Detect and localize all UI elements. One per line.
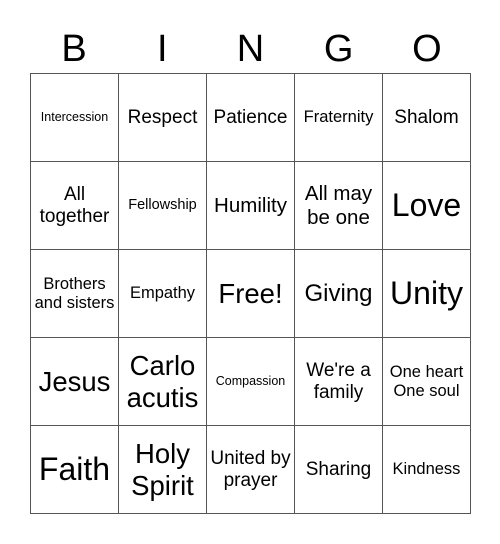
bingo-cell[interactable]: Fraternity xyxy=(295,74,383,162)
header-letter-n: N xyxy=(236,28,265,70)
bingo-cell[interactable]: Empathy xyxy=(119,250,207,338)
bingo-cell[interactable]: Respect xyxy=(119,74,207,162)
bingo-cell[interactable]: Carlo acutis xyxy=(119,338,207,426)
bingo-cell[interactable]: United by prayer xyxy=(207,426,295,514)
bingo-cell[interactable]: We're a family xyxy=(295,338,383,426)
bingo-cell[interactable]: One heart One soul xyxy=(383,338,471,426)
bingo-cell[interactable]: Sharing xyxy=(295,426,383,514)
bingo-cell[interactable]: Humility xyxy=(207,162,295,250)
bingo-cell[interactable]: Holy Spirit xyxy=(119,426,207,514)
bingo-cell[interactable]: Love xyxy=(383,162,471,250)
free-space-cell[interactable]: Free! xyxy=(207,250,295,338)
bingo-cell[interactable]: Intercession xyxy=(31,74,119,162)
header-letter-g: G xyxy=(323,28,354,70)
header-letter-b: B xyxy=(61,28,87,70)
bingo-cell[interactable]: Patience xyxy=(207,74,295,162)
bingo-cell[interactable]: Shalom xyxy=(383,74,471,162)
bingo-cell[interactable]: Unity xyxy=(383,250,471,338)
bingo-cell[interactable]: Compassion xyxy=(207,338,295,426)
bingo-cell[interactable]: Fellowship xyxy=(119,162,207,250)
bingo-card-grid: Intercession Respect Patience Fraternity… xyxy=(30,73,471,514)
bingo-cell[interactable]: Brothers and sisters xyxy=(31,250,119,338)
bingo-cell[interactable]: All may be one xyxy=(295,162,383,250)
bingo-cell[interactable]: Jesus xyxy=(31,338,119,426)
bingo-cell[interactable]: Kindness xyxy=(383,426,471,514)
header-letter-i: I xyxy=(157,28,168,70)
bingo-cell[interactable]: Faith xyxy=(31,426,119,514)
bingo-header: B I N G O xyxy=(30,26,471,72)
header-letter-o: O xyxy=(412,28,442,70)
bingo-cell[interactable]: All together xyxy=(31,162,119,250)
bingo-cell[interactable]: Giving xyxy=(295,250,383,338)
